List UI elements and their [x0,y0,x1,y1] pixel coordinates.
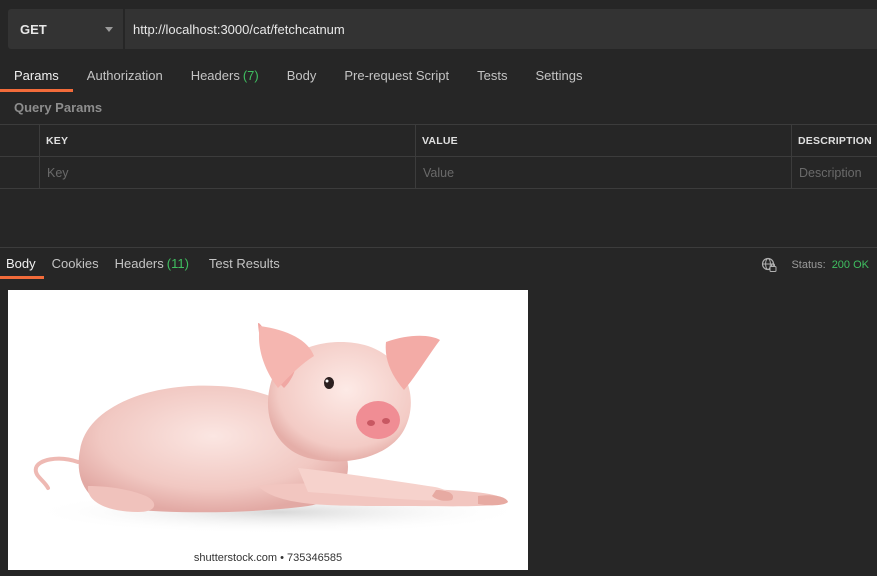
tab-label: Pre-request Script [344,68,450,83]
globe-icon[interactable] [761,257,777,273]
column-header-description: DESCRIPTION [791,125,877,156]
tab-label: Headers [114,256,164,271]
tab-response-headers[interactable]: Headers (11) [107,248,197,279]
tab-authorization[interactable]: Authorization [73,60,177,92]
tab-label: Authorization [86,68,163,83]
tab-label: Headers [190,68,240,83]
url-text: http://localhost:3000/cat/fetchcatnum [133,21,345,37]
response-tabs: Body Cookies Headers (11) Test Results [0,248,760,280]
tab-cookies[interactable]: Cookies [44,248,107,279]
response-image: shutterstock.com • 735346585 [8,290,528,570]
request-tabs: Params Authorization Headers (7) Body Pre… [0,60,877,92]
tab-tests[interactable]: Tests [463,60,521,92]
tab-response-body[interactable]: Body [0,248,44,279]
table-header-row: KEY VALUE DESCRIPTION [0,125,877,157]
request-bar: GET http://localhost:3000/cat/fetchcatnu… [8,9,877,49]
tab-params[interactable]: Params [0,60,73,92]
method-select[interactable]: GET [8,9,123,49]
chevron-down-icon [105,26,113,32]
row-checkbox-cell [0,157,39,188]
tab-label: Tests [477,68,508,83]
url-input[interactable]: http://localhost:3000/cat/fetchcatnum [125,9,877,49]
method-label: GET [20,21,47,37]
key-input[interactable]: Key [39,157,415,188]
tab-body[interactable]: Body [273,60,331,92]
image-watermark: shutterstock.com • 735346585 [193,552,343,564]
query-params-title: Query Params [14,100,103,115]
status-badge: 200 OK [831,259,869,271]
tab-label: Params [14,68,59,83]
tab-label: Test Results [208,256,280,271]
value-input[interactable]: Value [415,157,791,188]
description-input[interactable]: Description [791,157,877,188]
response-status: Status: 200 OK [761,257,869,273]
tab-pre-request-script[interactable]: Pre-request Script [330,60,463,92]
status-label: Status: [791,259,826,271]
column-header-value: VALUE [415,125,791,156]
tab-count: (7) [242,68,259,83]
tab-label: Body [6,256,36,271]
tab-label: Body [286,68,317,83]
tab-headers[interactable]: Headers (7) [177,60,273,92]
params-table: KEY VALUE DESCRIPTION Key Value Descript… [0,124,877,189]
column-header-key: KEY [39,125,415,156]
row-handle-header [0,125,39,156]
table-row: Key Value Description [0,157,877,189]
tab-label: Cookies [51,256,99,271]
tab-label: Settings [535,68,583,83]
piglet-illustration [28,323,528,534]
tab-count: (11) [166,256,189,271]
tab-settings[interactable]: Settings [521,60,596,92]
tab-test-results[interactable]: Test Results [197,248,288,279]
